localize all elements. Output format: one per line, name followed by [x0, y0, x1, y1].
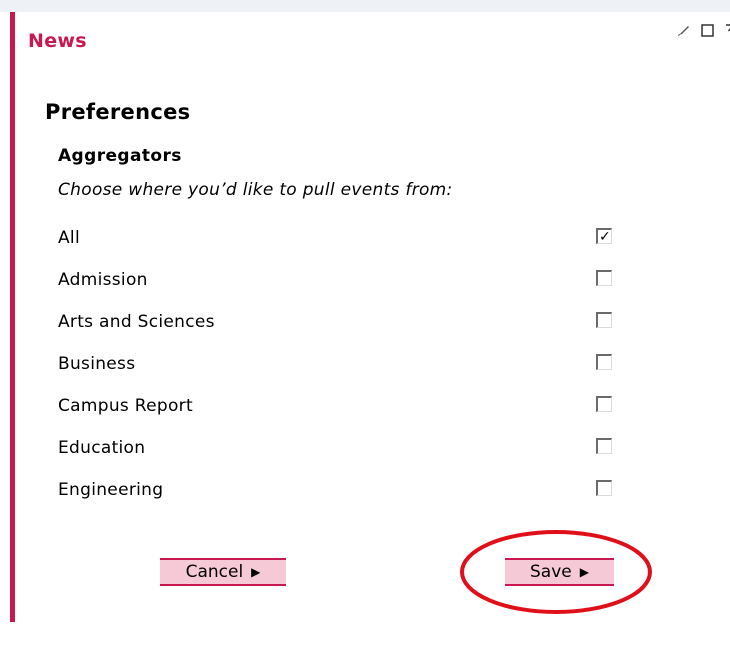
option-checkbox[interactable]: ✓	[596, 438, 612, 454]
option-label: Engineering	[58, 480, 164, 500]
option-row-engineering: Engineering ✓	[58, 476, 638, 506]
preferences-heading: Preferences	[45, 100, 191, 124]
option-checkbox[interactable]: ✓	[596, 228, 612, 244]
option-row-admission: Admission ✓	[58, 266, 638, 296]
pin-to-top-icon[interactable]	[724, 22, 730, 38]
save-button[interactable]: Save ▶	[505, 558, 614, 586]
portlet-title: News	[28, 30, 87, 52]
option-checkbox[interactable]: ✓	[596, 270, 612, 286]
aggregators-heading: Aggregators	[58, 146, 182, 166]
option-row-education: Education ✓	[58, 434, 638, 464]
option-checkbox[interactable]: ✓	[596, 480, 612, 496]
option-label: Campus Report	[58, 396, 193, 416]
option-label: Business	[58, 354, 136, 374]
save-button-label: Save	[530, 562, 572, 582]
checkmark-icon: ✓	[599, 229, 611, 245]
option-row-all: All ✓	[58, 224, 638, 254]
play-arrow-icon: ▶	[579, 565, 589, 579]
option-label: Arts and Sciences	[58, 312, 215, 332]
cancel-button[interactable]: Cancel ▶	[160, 558, 286, 586]
option-checkbox[interactable]: ✓	[596, 354, 612, 370]
option-label: All	[58, 228, 80, 248]
option-label: Education	[58, 438, 146, 458]
portlet-accent-bar	[10, 12, 15, 622]
aggregators-prompt: Choose where you’d like to pull events f…	[58, 180, 453, 200]
maximize-icon[interactable]	[700, 22, 716, 38]
option-row-business: Business ✓	[58, 350, 638, 380]
option-label: Admission	[58, 270, 148, 290]
play-arrow-icon: ▶	[251, 565, 261, 579]
option-row-campus-report: Campus Report ✓	[58, 392, 638, 422]
cancel-button-label: Cancel	[185, 562, 244, 582]
option-row-arts-and-sciences: Arts and Sciences ✓	[58, 308, 638, 338]
top-strip	[0, 0, 730, 12]
option-checkbox[interactable]: ✓	[596, 312, 612, 328]
portlet-controls	[676, 22, 730, 38]
edit-icon[interactable]	[676, 22, 692, 38]
option-checkbox[interactable]: ✓	[596, 396, 612, 412]
